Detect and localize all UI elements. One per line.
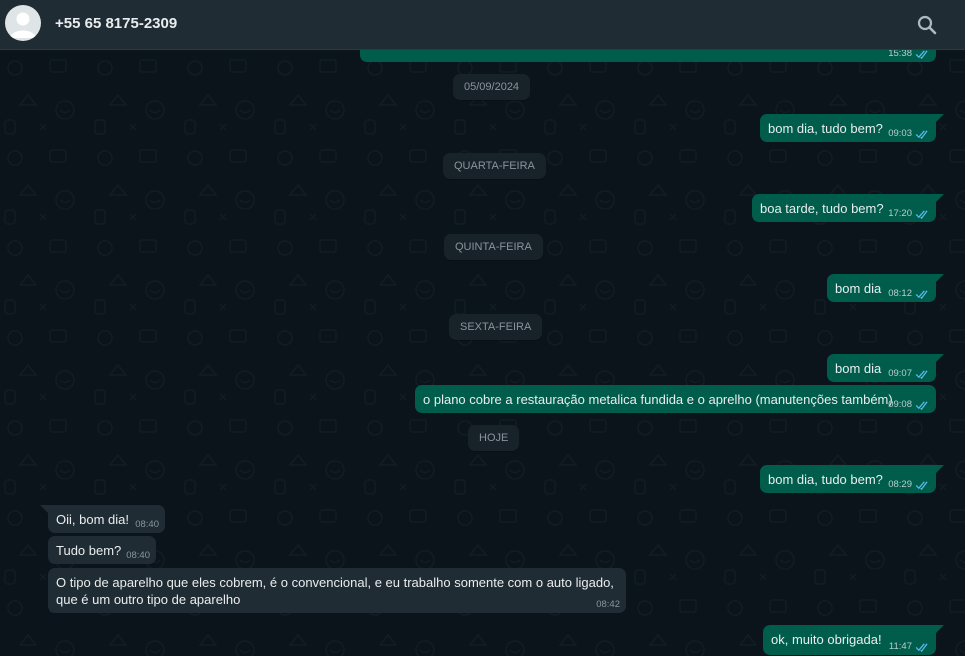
message-time: 09:08 bbox=[888, 399, 912, 410]
date-divider: SEXTA-FEIRA bbox=[449, 314, 543, 340]
double-check-icon bbox=[915, 50, 928, 59]
message-time: 08:40 bbox=[126, 550, 150, 561]
message-text: ok, muito obrigada! bbox=[771, 632, 882, 647]
chat-header: +55 65 8175-2309 bbox=[0, 0, 965, 50]
message-outgoing[interactable]: 15:38 bbox=[360, 50, 936, 62]
default-avatar-icon bbox=[10, 12, 36, 38]
contact-avatar[interactable] bbox=[5, 5, 41, 41]
message-outgoing[interactable]: bom dia, tudo bem? 09:03 bbox=[760, 114, 944, 142]
message-outgoing[interactable]: o plano cobre a restauração metalica fun… bbox=[415, 385, 936, 413]
message-text: O tipo de aparelho que eles cobrem, é o … bbox=[56, 575, 614, 607]
message-time: 17:20 bbox=[888, 208, 912, 219]
message-incoming[interactable]: O tipo de aparelho que eles cobrem, é o … bbox=[48, 568, 626, 613]
message-text: bom dia, tudo bem? bbox=[768, 472, 883, 487]
message-outgoing[interactable]: bom dia, tudo bem? 08:29 bbox=[760, 465, 944, 493]
double-check-icon bbox=[915, 400, 928, 410]
message-text: o plano cobre a restauração metalica fun… bbox=[423, 392, 893, 407]
message-text: Tudo bem? bbox=[56, 543, 122, 558]
double-check-icon bbox=[915, 289, 928, 299]
message-text: boa tarde, tudo bem? bbox=[760, 201, 884, 216]
message-time: 08:42 bbox=[596, 599, 620, 610]
message-outgoing[interactable]: bom dia 09:07 bbox=[827, 354, 944, 382]
search-icon bbox=[917, 15, 937, 35]
double-check-icon bbox=[915, 642, 928, 652]
message-outgoing[interactable]: bom dia 08:12 bbox=[827, 274, 944, 302]
message-text: bom dia bbox=[835, 281, 882, 296]
message-time: 08:40 bbox=[135, 519, 159, 530]
message-time: 09:07 bbox=[888, 368, 912, 379]
message-time: 09:03 bbox=[888, 128, 912, 139]
message-text: bom dia bbox=[835, 361, 882, 376]
message-list[interactable]: 15:38 05/09/2024 bom dia, tudo bem? 09:0… bbox=[0, 50, 965, 656]
search-button[interactable] bbox=[914, 12, 940, 38]
message-text: bom dia, tudo bem? bbox=[768, 121, 883, 136]
date-divider: HOJE bbox=[468, 425, 520, 451]
message-time: 08:29 bbox=[888, 479, 912, 490]
double-check-icon bbox=[915, 129, 928, 139]
double-check-icon bbox=[915, 480, 928, 490]
contact-name[interactable]: +55 65 8175-2309 bbox=[55, 15, 177, 32]
double-check-icon bbox=[915, 369, 928, 379]
message-outgoing[interactable]: boa tarde, tudo bem? 17:20 bbox=[752, 194, 944, 222]
message-time: 08:12 bbox=[888, 288, 912, 299]
message-time: 11:47 bbox=[888, 641, 912, 652]
date-divider: 05/09/2024 bbox=[453, 74, 531, 100]
message-outgoing[interactable]: ok, muito obrigada! 11:47 bbox=[763, 625, 944, 655]
message-text: Oii, bom dia! bbox=[56, 512, 129, 527]
double-check-icon bbox=[915, 209, 928, 219]
message-incoming[interactable]: Tudo bem? 08:40 bbox=[48, 536, 156, 564]
message-time: 15:38 bbox=[888, 50, 912, 59]
date-divider: QUARTA-FEIRA bbox=[443, 153, 546, 179]
message-incoming[interactable]: Oii, bom dia! 08:40 bbox=[40, 505, 165, 533]
date-divider: QUINTA-FEIRA bbox=[444, 234, 543, 260]
